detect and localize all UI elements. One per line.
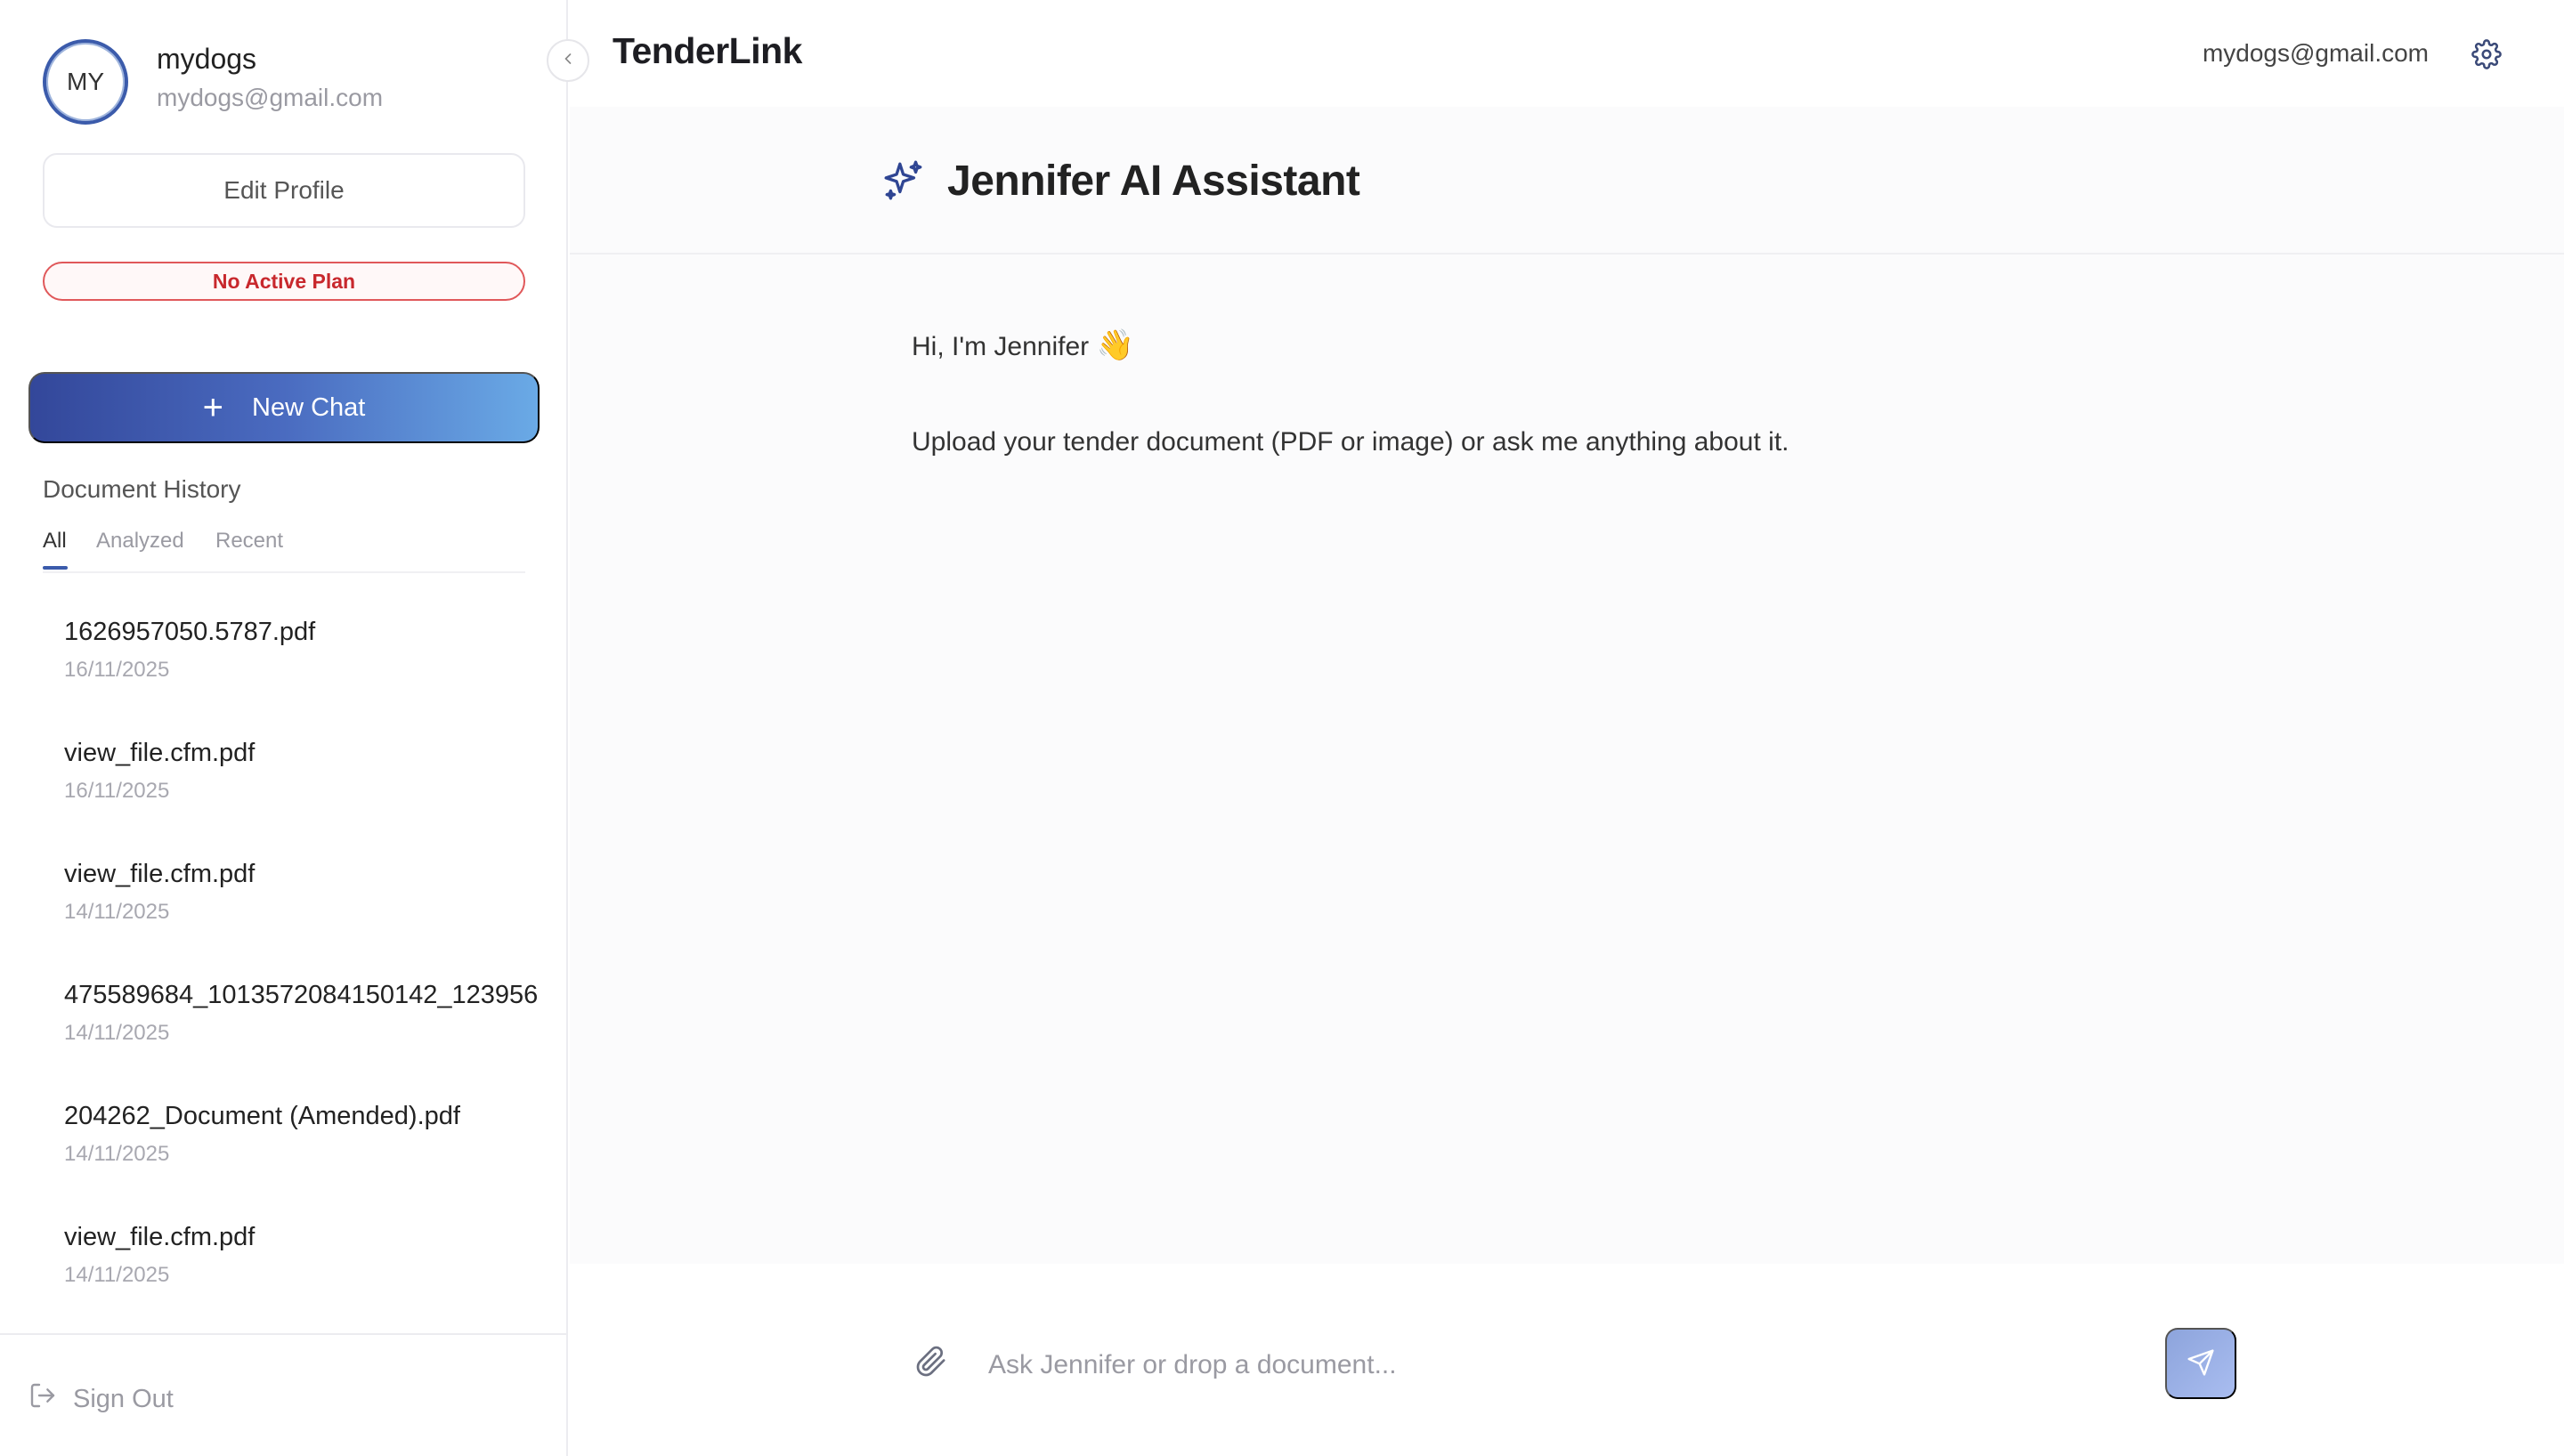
tab-recent[interactable]: Recent — [215, 529, 283, 554]
collapse-sidebar-button[interactable] — [547, 39, 589, 82]
sparkle-icon — [881, 158, 926, 207]
chat-area: Jennifer AI Assistant Hi, I'm Jennifer 👋… — [570, 107, 2564, 1264]
list-item[interactable]: 204262_Document (Amended).pdf 14/11/2025 — [0, 1089, 540, 1210]
assistant-header: Jennifer AI Assistant — [570, 107, 2564, 255]
paperclip-icon — [915, 1346, 947, 1381]
document-date: 14/11/2025 — [64, 1021, 170, 1045]
document-date: 14/11/2025 — [64, 1142, 170, 1166]
document-name: 475589684_1013572084150142_123956 — [64, 981, 539, 1009]
document-name: view_file.cfm.pdf — [64, 860, 256, 888]
document-list: 1626957050.5787.pdf 16/11/2025 view_file… — [0, 605, 540, 1331]
plan-status-badge: No Active Plan — [43, 262, 525, 301]
avatar-initials: MY — [67, 68, 104, 95]
list-item[interactable]: view_file.cfm.pdf 16/11/2025 — [0, 726, 540, 847]
history-tabs: All Analyzed Recent — [43, 529, 525, 573]
avatar[interactable]: MY — [43, 39, 128, 125]
assistant-intro-message: Upload your tender document (PDF or imag… — [912, 427, 1789, 457]
active-tab-indicator — [43, 566, 68, 570]
waving-hand-icon: 👋 — [1096, 328, 1134, 362]
account-email: mydogs@gmail.com — [2202, 39, 2429, 67]
top-bar: TenderLink mydogs@gmail.com — [570, 0, 2564, 107]
document-date: 14/11/2025 — [64, 1263, 170, 1287]
document-date: 16/11/2025 — [64, 658, 170, 682]
list-item[interactable]: 1626957050.5787.pdf 16/11/2025 — [0, 605, 540, 726]
new-chat-button[interactable]: + New Chat — [28, 372, 540, 443]
edit-profile-button[interactable]: Edit Profile — [43, 153, 525, 228]
assistant-title: Jennifer AI Assistant — [947, 158, 1360, 205]
message-composer — [570, 1264, 2564, 1456]
list-item[interactable]: view_file.cfm.pdf 14/11/2025 — [0, 1210, 540, 1331]
document-history-title: Document History — [43, 475, 241, 503]
plus-icon: + — [202, 388, 224, 427]
sidebar: MY mydogs mydogs@gmail.com Edit Profile … — [0, 0, 568, 1456]
sign-out-icon — [28, 1381, 73, 1417]
document-name: view_file.cfm.pdf — [64, 739, 256, 767]
sign-out-label: Sign Out — [73, 1384, 174, 1413]
user-name: mydogs — [157, 43, 257, 75]
send-button[interactable] — [2165, 1328, 2236, 1399]
gear-icon — [2471, 39, 2502, 73]
document-name: 1626957050.5787.pdf — [64, 618, 316, 646]
tab-all[interactable]: All — [43, 529, 67, 554]
user-email: mydogs@gmail.com — [157, 84, 384, 111]
sign-out-section: Sign Out — [0, 1333, 568, 1456]
app-logo[interactable]: TenderLink — [613, 30, 802, 72]
assistant-greeting: Hi, I'm Jennifer 👋 — [912, 328, 1134, 363]
document-date: 16/11/2025 — [64, 779, 170, 803]
greeting-text: Hi, I'm Jennifer — [912, 332, 1090, 361]
settings-button[interactable] — [2471, 39, 2502, 74]
attach-file-button[interactable] — [915, 1346, 947, 1382]
chevron-left-icon — [559, 50, 577, 72]
chat-input[interactable] — [988, 1339, 2057, 1392]
new-chat-label: New Chat — [252, 392, 366, 422]
document-name: view_file.cfm.pdf — [64, 1223, 256, 1251]
tab-analyzed[interactable]: Analyzed — [96, 529, 184, 554]
document-name: 204262_Document (Amended).pdf — [64, 1102, 460, 1130]
list-item[interactable]: view_file.cfm.pdf 14/11/2025 — [0, 847, 540, 968]
document-date: 14/11/2025 — [64, 900, 170, 924]
sign-out-button[interactable]: Sign Out — [28, 1381, 174, 1417]
send-icon — [2187, 1348, 2215, 1379]
list-item[interactable]: 475589684_1013572084150142_123956 14/11/… — [0, 968, 540, 1089]
